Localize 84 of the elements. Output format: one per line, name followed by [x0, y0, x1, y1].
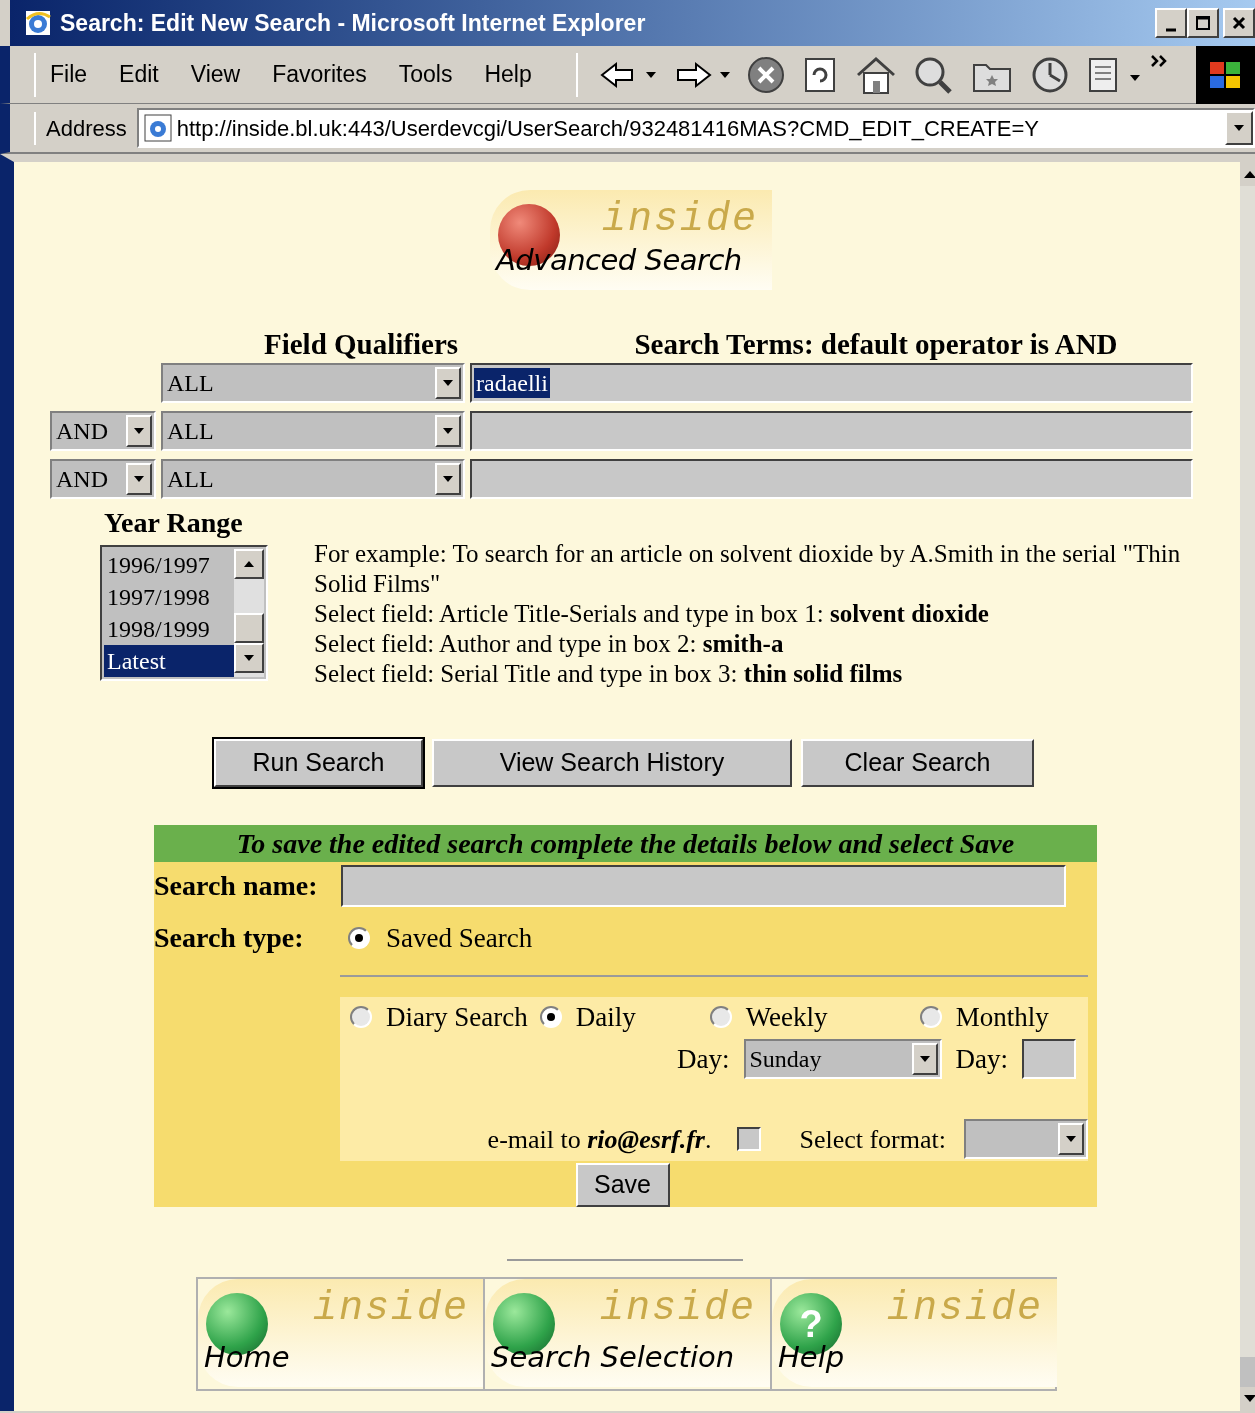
maximize-icon[interactable] — [1187, 8, 1219, 38]
stop-icon[interactable] — [745, 54, 786, 95]
scroll-up-arrow-icon[interactable] — [243, 560, 255, 568]
scroll-thumb[interactable] — [1240, 1357, 1255, 1387]
format-dropdown[interactable] — [964, 1119, 1088, 1159]
email-checkbox[interactable] — [737, 1127, 762, 1151]
search-term-field[interactable] — [470, 411, 1193, 451]
day-field[interactable] — [1022, 1039, 1076, 1080]
minimize-icon[interactable] — [1155, 8, 1187, 38]
dropdown-arrow-icon[interactable] — [442, 379, 454, 387]
year-listbox[interactable]: 1996/1997 1997/1998 1998/1999 Latest — [100, 545, 268, 681]
dropdown-arrow-icon[interactable] — [1065, 1135, 1077, 1143]
example-text: Select field: Serial Title and type in box 3: thin solid films — [314, 659, 904, 689]
list-option[interactable]: Latest — [104, 645, 234, 677]
scroll-up-arrow-icon[interactable] — [1240, 162, 1255, 186]
scrollbar[interactable] — [234, 549, 264, 677]
scroll-down-arrow-icon[interactable] — [243, 654, 255, 662]
qualifier-dropdown[interactable]: ALL — [161, 363, 465, 403]
radio-label[interactable]: Daily — [575, 996, 636, 1038]
list-option[interactable]: 1997/1998 — [104, 581, 234, 613]
scroll-thumb[interactable] — [234, 613, 264, 643]
browser-icon — [24, 9, 52, 37]
windows-logo-icon — [1195, 45, 1255, 104]
qualifier-dropdown[interactable]: ALL — [161, 459, 465, 499]
dropdown-arrow-icon[interactable] — [1233, 124, 1245, 132]
window-title: Search: Edit New Search - Microsoft Internet Explorer — [60, 8, 647, 38]
list-option[interactable]: 1996/1997 — [104, 549, 234, 581]
column-header: Field Qualifiers — [262, 330, 460, 359]
brand-watermark: inside — [312, 1285, 469, 1333]
menu-item[interactable]: Tools — [398, 57, 453, 92]
radio-button[interactable] — [350, 1006, 372, 1028]
nav-tile[interactable]: inside Search Selection — [485, 1279, 772, 1389]
dropdown-arrow-icon[interactable] — [918, 1055, 931, 1064]
menu-item[interactable]: Favorites — [272, 57, 367, 92]
operator-dropdown[interactable]: AND — [50, 459, 156, 499]
radio-button[interactable] — [919, 1006, 942, 1028]
menu-item[interactable]: File — [50, 57, 88, 92]
field-label: Select format: — [799, 1123, 946, 1156]
menu-item[interactable]: View — [190, 57, 241, 92]
radio-label[interactable]: Saved Search — [386, 917, 533, 959]
brand-watermark: inside — [886, 1285, 1043, 1333]
field-label: Search name: — [154, 869, 319, 903]
list-option[interactable]: 1998/1999 — [104, 613, 234, 645]
column-header: Search Terms: default operator is AND — [633, 330, 1119, 359]
dropdown-arrow-icon[interactable] — [133, 427, 145, 435]
menu-item[interactable]: Edit — [119, 57, 159, 92]
logo-label: Advanced Search — [496, 241, 742, 279]
logo-label[interactable]: Search Selection — [491, 1335, 735, 1379]
operator-dropdown[interactable]: AND — [50, 411, 156, 451]
year-range-label: Year Range — [104, 509, 244, 537]
field-label: Day: — [677, 1043, 730, 1076]
radio-label[interactable]: Diary Search — [386, 996, 528, 1038]
search-button[interactable]: Clear Search — [801, 739, 1034, 787]
save-button[interactable]: Save — [575, 1163, 670, 1207]
search-name-field[interactable] — [341, 865, 1066, 907]
radio-label[interactable]: Weekly — [745, 996, 828, 1038]
dropdown-arrow-icon[interactable] — [442, 475, 454, 483]
email-text: e-mail to rio@esrf.fr. — [487, 1123, 712, 1156]
example-text: For example: To search for an article on solvent dioxide by A.Smith in the serial "Thin Solid Films" — [314, 539, 1182, 599]
qualifier-dropdown[interactable]: ALL — [161, 411, 465, 451]
address-field[interactable]: http://inside.bl.uk:443/Userdevcgi/UserSearch/932481416MAS?CMD_EDIT_CREATE=Y — [136, 108, 1255, 148]
search-button[interactable]: Run Search — [214, 739, 423, 787]
nav-tile[interactable]: inside Home — [198, 1279, 485, 1389]
page-icon — [142, 113, 173, 143]
search-term-field[interactable] — [470, 459, 1193, 499]
save-heading: To save the edited search complete the details below and select Save — [154, 825, 1097, 862]
field-label: Day: — [955, 1043, 1008, 1076]
logo-label[interactable]: Home — [204, 1335, 290, 1379]
search-term-field[interactable]: radaelli — [470, 363, 1193, 403]
radio-button[interactable] — [709, 1006, 732, 1028]
example-text: Select field: Article Title-Serials and type in box 1: solvent dioxide — [314, 599, 990, 629]
radio-button[interactable] — [539, 1006, 562, 1028]
field-label: Search type: — [154, 921, 305, 955]
menu-item[interactable]: Help — [484, 57, 532, 92]
radio-button[interactable] — [348, 927, 370, 949]
search-button[interactable]: View Search History — [432, 739, 792, 787]
dropdown-arrow-icon[interactable] — [133, 475, 145, 483]
radio-label[interactable]: Monthly — [955, 996, 1049, 1038]
close-icon[interactable] — [1223, 8, 1255, 38]
example-text: Select field: Author and type in box 2: smith-a — [314, 629, 785, 659]
dropdown-arrow-icon[interactable] — [442, 427, 454, 435]
brand-watermark: inside — [601, 196, 758, 244]
scroll-down-arrow-icon[interactable] — [1240, 1387, 1255, 1411]
brand-watermark: inside — [599, 1285, 756, 1333]
